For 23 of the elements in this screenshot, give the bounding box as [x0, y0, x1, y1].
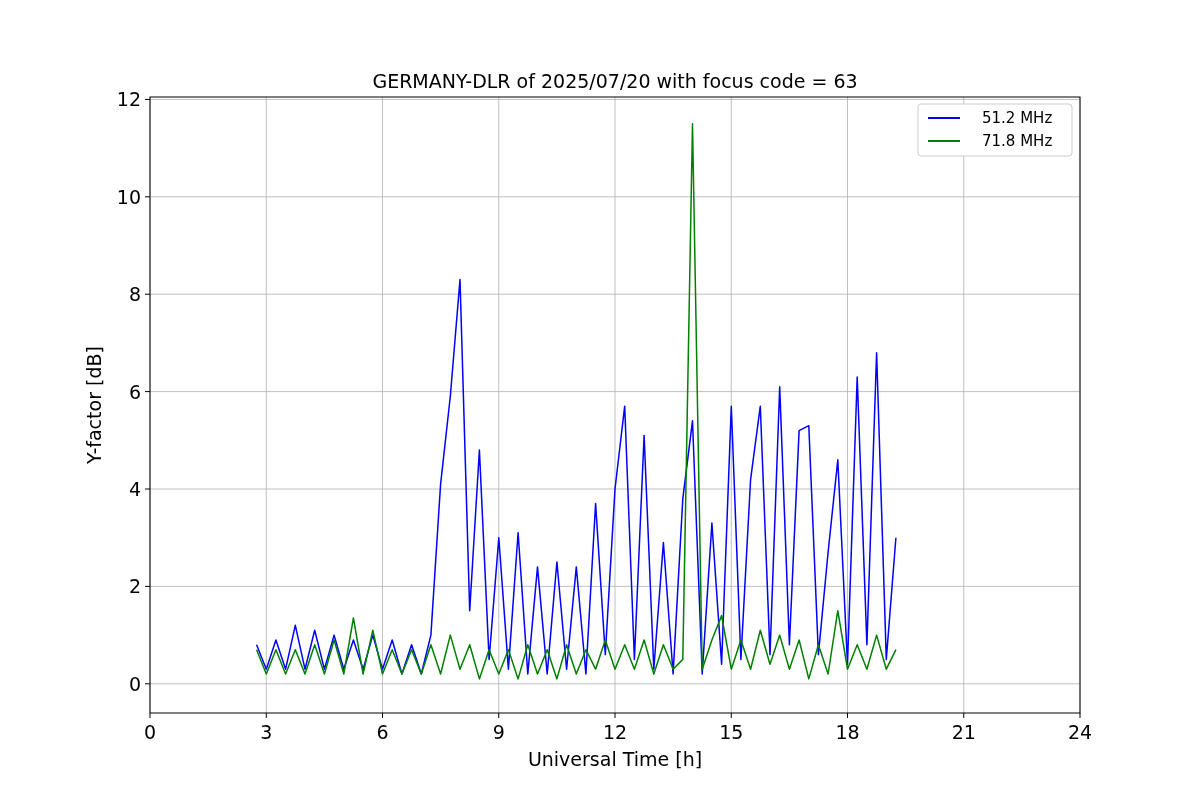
- y-tick-label: 4: [128, 478, 141, 500]
- x-tick-label: 9: [492, 721, 505, 743]
- x-tick-label: 3: [260, 721, 273, 743]
- x-tick-label: 15: [719, 721, 744, 743]
- legend-line: [927, 140, 961, 142]
- x-tick-label: 24: [1067, 721, 1093, 743]
- legend-label: 51.2 MHz: [982, 109, 1053, 127]
- y-tick-label: 0: [128, 672, 141, 695]
- x-tick-label: 18: [835, 721, 860, 743]
- y-tick-label: 6: [128, 380, 141, 403]
- y-tick-label: 12: [116, 88, 141, 111]
- x-tick-label: 0: [143, 721, 157, 743]
- chart-title: GERMANY-DLR of 2025/07/20 with focus code = 63: [372, 70, 858, 92]
- y-tick-label: 10: [116, 185, 141, 208]
- x-tick-label: 12: [602, 721, 628, 743]
- x-tick-label: 21: [951, 721, 976, 743]
- y-tick-label: 2: [128, 575, 141, 598]
- legend-line: [927, 117, 961, 119]
- x-tick-label: 6: [376, 721, 389, 743]
- legend-label: 71.8 MHz: [982, 132, 1053, 150]
- y-tick-label: 8: [128, 283, 141, 306]
- y-axis-label: Y-factor [dB]: [83, 346, 105, 464]
- x-axis-label: Universal Time [h]: [527, 748, 703, 770]
